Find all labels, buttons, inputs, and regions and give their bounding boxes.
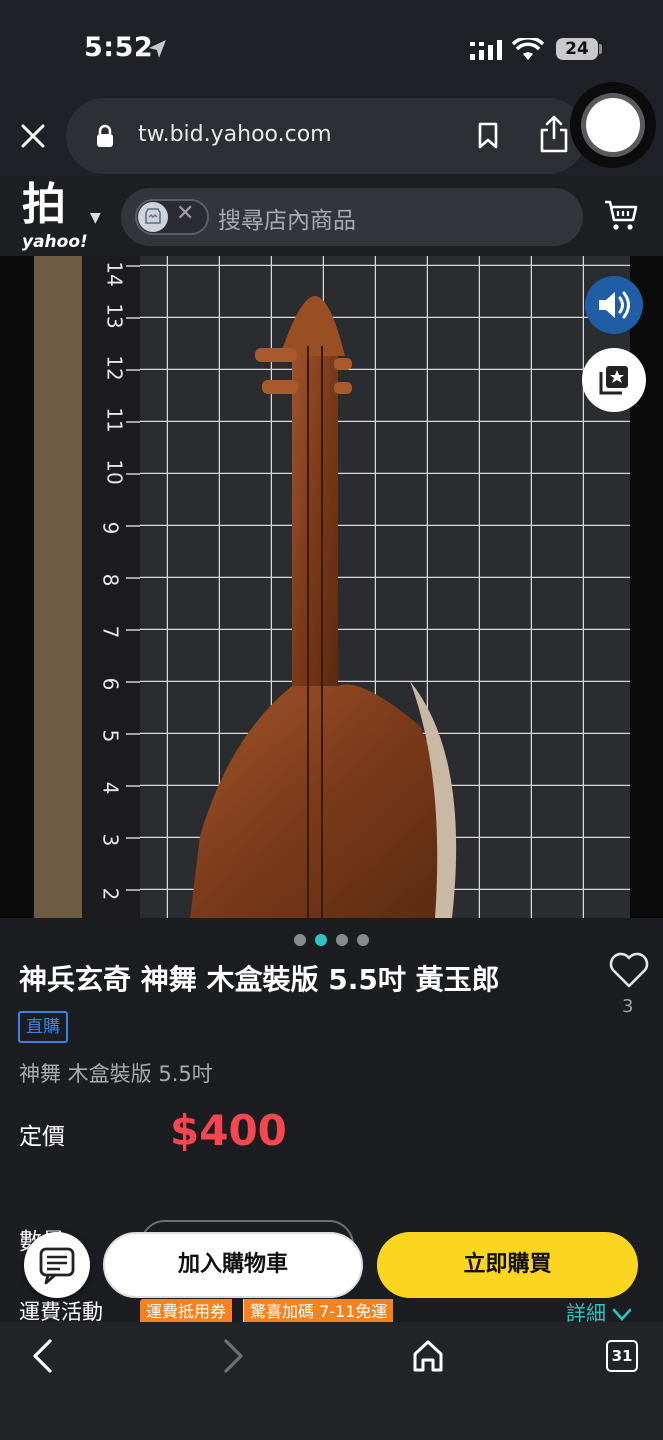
carousel-dot[interactable]: [294, 934, 306, 946]
carousel-dot[interactable]: [357, 934, 369, 946]
sound-button[interactable]: [585, 276, 643, 334]
ruler-number: 13: [102, 303, 127, 329]
product-subtitle: 神舞 木盒裝版 5.5吋: [19, 1062, 213, 1086]
browser-bottom-nav: [0, 1322, 663, 1440]
search-input[interactable]: 搜尋店內商品: [218, 201, 356, 235]
status-time: 5:52: [84, 32, 154, 63]
share-icon[interactable]: [538, 114, 570, 154]
clear-scope-icon[interactable]: ✕: [176, 201, 194, 226]
ruler-number: 8: [98, 573, 123, 587]
ruler-number: 2: [98, 887, 123, 901]
cart-icon[interactable]: [603, 198, 639, 232]
store-icon: [138, 202, 168, 232]
home-icon[interactable]: [411, 1338, 445, 1374]
chevron-down-icon[interactable]: ▼: [90, 210, 101, 226]
carousel-dot-active[interactable]: [315, 934, 327, 946]
forward-icon[interactable]: [220, 1338, 246, 1374]
chat-icon: [39, 1247, 75, 1285]
battery-tip: [599, 44, 602, 54]
lock-icon: [97, 124, 113, 147]
close-icon[interactable]: [20, 123, 46, 149]
gallery-star-icon: [599, 366, 628, 395]
tabs-button[interactable]: 31: [606, 1340, 638, 1372]
chat-button[interactable]: [24, 1232, 90, 1298]
ruler-number: 12: [102, 355, 127, 381]
carousel-dot[interactable]: [336, 934, 348, 946]
ruler-number: 10: [102, 459, 127, 485]
back-icon[interactable]: [30, 1338, 56, 1374]
speaker-icon: [599, 291, 630, 319]
battery-indicator: 24: [556, 38, 598, 60]
ruler-number: 11: [102, 407, 127, 433]
ruler-number: 5: [98, 729, 123, 743]
signal-icon: [470, 40, 502, 60]
add-to-cart-button[interactable]: 加入購物車: [103, 1232, 363, 1298]
ruler-number: 14: [102, 261, 127, 287]
ruler-number: 9: [98, 521, 123, 535]
gallery-button[interactable]: [582, 348, 646, 412]
yahoo-wordmark[interactable]: yahoo!: [22, 232, 88, 252]
price-value: $400: [170, 1106, 287, 1155]
ruler-number: 4: [98, 781, 123, 795]
ruler-number: 7: [98, 625, 123, 639]
ruler-labels: 14 13 12 11 10 9 8 7 6 5 4 3 2: [98, 261, 130, 912]
heart-icon[interactable]: [608, 950, 650, 990]
url-text[interactable]: tw.bid.yahoo.com: [138, 122, 332, 147]
ruler-number: 6: [98, 677, 123, 691]
location-arrow-icon: [149, 40, 166, 58]
direct-buy-badge: 直購: [18, 1011, 68, 1043]
chevron-down-icon: [613, 1308, 632, 1321]
product-title: 神兵玄奇 神舞 木盒裝版 5.5吋 黃玉郎: [19, 963, 500, 996]
bookmark-icon[interactable]: [478, 122, 498, 150]
assistive-touch-inner: [586, 98, 640, 152]
ruler-number: 3: [98, 833, 123, 847]
buy-now-button[interactable]: 立即購買: [377, 1232, 638, 1298]
yahoo-auction-logo[interactable]: 拍: [22, 180, 66, 230]
price-label: 定價: [19, 1124, 65, 1150]
like-count: 3: [622, 996, 634, 1017]
wifi-icon: [512, 38, 544, 60]
